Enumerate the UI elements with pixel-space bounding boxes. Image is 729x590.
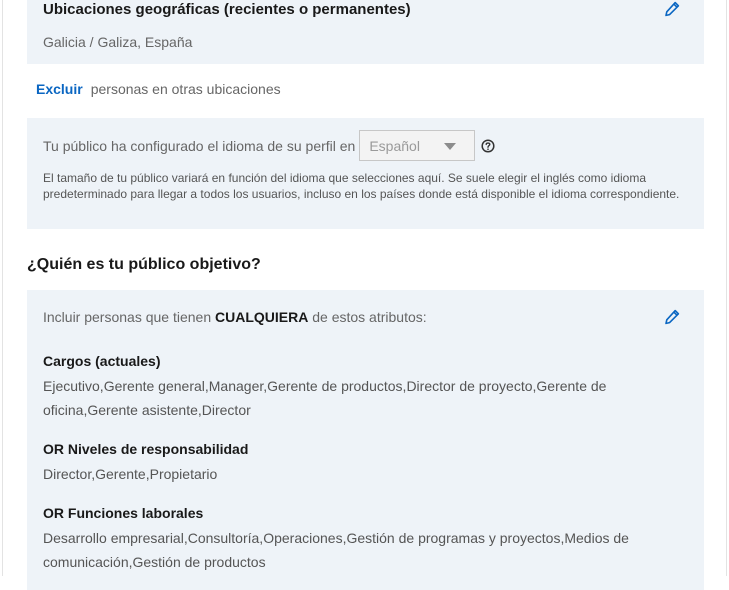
- audience-intro: Incluir personas que tienen CUALQUIERA d…: [43, 309, 427, 325]
- language-panel: Tu público ha configurado el idioma de s…: [27, 118, 704, 229]
- language-row: Tu público ha configurado el idioma de s…: [43, 130, 495, 161]
- pencil-icon[interactable]: [664, 1, 680, 17]
- audience-intro-suffix: de estos atributos:: [312, 309, 427, 325]
- exclude-row: Excluir personas en otras ubicaciones: [36, 81, 281, 97]
- audience-intro-prefix: Incluir personas que tienen: [43, 309, 212, 325]
- chevron-down-icon: [444, 143, 457, 150]
- locations-value: Galicia / Galiza, España: [43, 34, 193, 50]
- locations-title: Ubicaciones geográficas (recientes o per…: [43, 1, 411, 18]
- language-select[interactable]: Español: [359, 130, 476, 161]
- language-note: El tamaño de tu público variará en funci…: [43, 171, 680, 201]
- language-select-value: Español: [369, 137, 420, 154]
- locations-panel: Ubicaciones geográficas (recientes o per…: [27, 0, 704, 64]
- section-title: ¿Quién es tu público objetivo?: [27, 256, 261, 273]
- exclude-text: personas en otras ubicaciones: [90, 81, 281, 97]
- language-prompt: Tu público ha configurado el idioma de s…: [43, 137, 356, 154]
- attribute-title: OR Niveles de responsabilidad: [43, 441, 249, 457]
- audience-panel: Incluir personas que tienen CUALQUIERA d…: [27, 290, 704, 590]
- attribute-title: OR Funciones laborales: [43, 505, 204, 521]
- exclude-link[interactable]: Excluir: [36, 81, 83, 97]
- attribute-values: Ejecutivo,Gerente general,Manager,Gerent…: [43, 378, 607, 418]
- attribute-values: Desarrollo empresarial,Consultoría,Opera…: [43, 530, 629, 570]
- question-circle-icon[interactable]: [481, 138, 495, 153]
- pencil-icon[interactable]: [664, 309, 680, 325]
- attribute-title: Cargos (actuales): [43, 353, 161, 369]
- attribute-values: Director,Gerente,Propietario: [43, 466, 218, 482]
- audience-intro-strong: CUALQUIERA: [215, 309, 309, 325]
